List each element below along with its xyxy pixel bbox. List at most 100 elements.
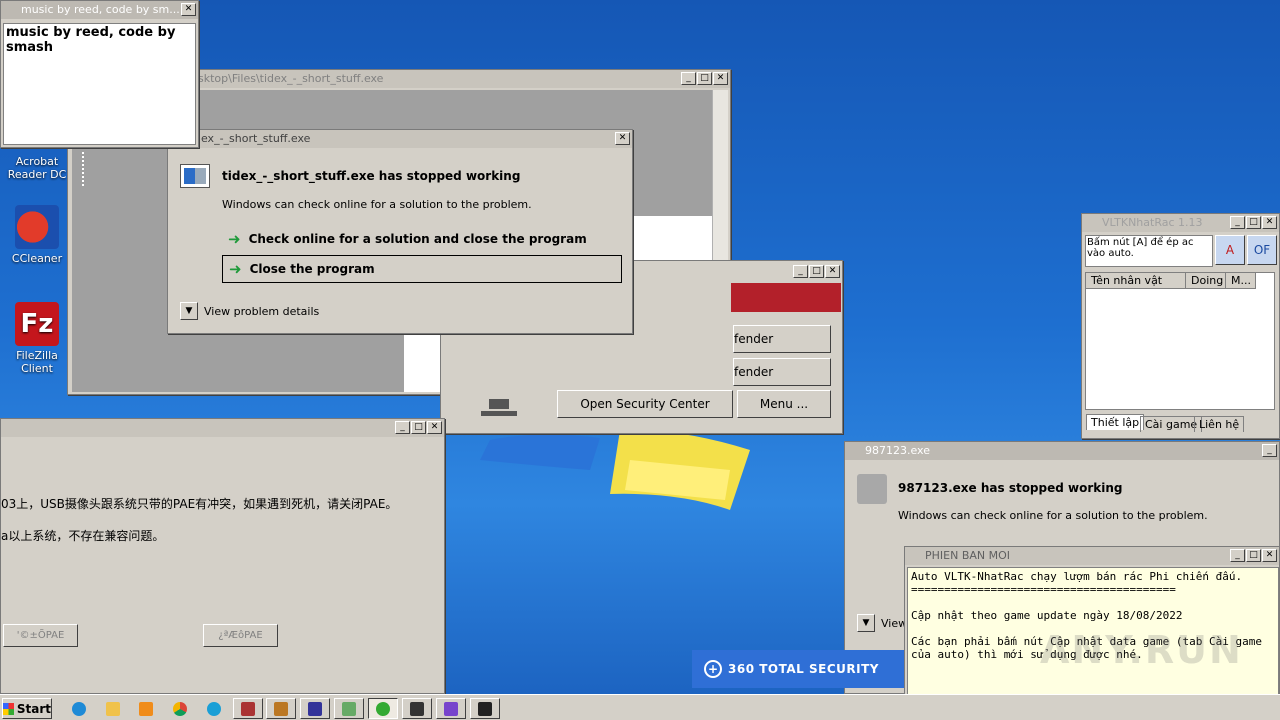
wallpaper-logo (480, 429, 760, 520)
minimize-button[interactable]: _ (395, 421, 410, 434)
close-button[interactable]: ✕ (1262, 549, 1277, 562)
phienban-separator: ======================================== (911, 583, 1176, 596)
pae-window: _ □ ✕ 03上，USB摄像头跟系统只带的PAE有冲突，如果遇到死机，请关闭P… (0, 418, 445, 694)
close-button[interactable]: ✕ (615, 132, 630, 145)
menu-button[interactable]: Menu ... (737, 390, 831, 418)
maximize-button[interactable]: □ (1246, 549, 1261, 562)
vltk-tab-install[interactable]: Cài game (1140, 416, 1203, 432)
desktop-icon-filezilla[interactable]: Fz FileZilla Client (2, 302, 72, 375)
crash-dialog-2-titlebar: 987123.exe (845, 442, 1279, 460)
close-pae-button[interactable]: '©±ÕPAE (3, 624, 78, 647)
desktop-icon-ccleaner[interactable]: CCleaner (2, 205, 72, 265)
taskbar-app-3-icon[interactable] (300, 698, 330, 719)
desktop-icon-acrobat[interactable]: Acrobat Reader DC (2, 155, 72, 181)
chevron-down-icon: ▼ (857, 614, 875, 632)
security-window-controls: _ □ ✕ (793, 265, 840, 278)
computer-icon (479, 399, 519, 417)
pae-window-controls: _ □ ✕ (395, 421, 442, 434)
taskbar-chrome-icon[interactable] (165, 698, 195, 719)
arrow-right-icon: ➜ (228, 230, 241, 248)
phienban-window-controls: _ □ ✕ (1230, 549, 1277, 562)
crash-heading: tidex_-_short_stuff.exe has stopped work… (222, 169, 521, 183)
note-title: music by reed, code by sm... (21, 3, 180, 16)
dotted-column-marks (82, 152, 152, 186)
vltk-tab-contact[interactable]: Liên hệ (1194, 416, 1245, 432)
close-button[interactable]: ✕ (713, 72, 728, 85)
taskbar-app-4-icon[interactable] (334, 698, 364, 719)
minimize-button[interactable]: _ (681, 72, 696, 85)
taskbar-app-7-icon[interactable] (436, 698, 466, 719)
security-red-banner (731, 283, 841, 312)
vltk-note: Bấm nút [A] để ép ac vào auto. (1085, 235, 1213, 267)
plus-icon: + (704, 660, 722, 678)
close-button[interactable]: ✕ (181, 3, 196, 16)
defender-button-1[interactable]: fender (733, 325, 831, 353)
app-window-icon (180, 164, 210, 188)
maximize-button[interactable]: □ (697, 72, 712, 85)
phienban-titlebar: PHIEN BAN MOI (905, 547, 1279, 565)
note-titlebar: music by reed, code by sm... (1, 1, 198, 19)
column-header-name[interactable]: Tên nhân vật (1086, 273, 1186, 289)
check-online-option[interactable]: ➜ Check online for a solution and close … (224, 228, 622, 250)
view-details-toggle[interactable]: ▼ View problem details (180, 302, 319, 320)
column-header-doing[interactable]: Doing (1186, 273, 1226, 289)
pae-line-2: a以上系统，不存在兼容问题。 (1, 529, 165, 543)
maximize-button[interactable]: □ (809, 265, 824, 278)
taskbar-app-2-icon[interactable] (266, 698, 296, 719)
minimize-button[interactable]: _ (1230, 549, 1245, 562)
taskbar-app-6-icon[interactable] (402, 698, 432, 719)
taskbar-media-player-icon[interactable] (131, 698, 161, 719)
close-program-label: Close the program (249, 262, 375, 276)
crash-2-heading: 987123.exe has stopped working (898, 481, 1123, 495)
windows-logo-icon (3, 702, 14, 715)
vltk-of-button[interactable]: OF (1247, 235, 1277, 265)
vltk-title: VLTKNhatRac 1.13 (1102, 216, 1203, 229)
taskbar-explorer-icon[interactable] (98, 698, 128, 719)
vltk-list[interactable]: Tên nhân vật Doing M... (1085, 272, 1275, 410)
desktop-icon-filezilla-label: FileZilla Client (16, 349, 58, 375)
taskbar-ie-icon[interactable] (64, 698, 94, 719)
pae-line-1: 03上，USB摄像头跟系统只带的PAE有冲突，如果遇到死机，请关闭PAE。 (1, 497, 398, 511)
maximize-button[interactable]: □ (411, 421, 426, 434)
taskbar-app-5-icon[interactable] (368, 698, 398, 719)
maximize-button[interactable]: □ (1246, 216, 1261, 229)
vltk-window-controls: _ □ ✕ (1230, 216, 1277, 229)
enable-pae-button[interactable]: ¿ªÆôPAE (203, 624, 278, 647)
check-online-label: Check online for a solution and close th… (248, 232, 587, 246)
filezilla-icon: Fz (15, 302, 59, 346)
taskbar-app-8-icon[interactable] (470, 698, 500, 719)
total-security-banner[interactable]: + 360 TOTAL SECURITY (692, 650, 904, 688)
phienban-line-2: Cập nhật theo game update ngày 18/08/202… (911, 609, 1183, 622)
close-program-option[interactable]: ➜ Close the program (222, 255, 622, 283)
view-details-toggle-2[interactable]: ▼ View (857, 614, 907, 632)
crash-dialog-1: dex_-_short_stuff.exe ✕ tidex_-_short_st… (167, 129, 633, 334)
taskbar: Start (0, 694, 1280, 720)
close-button[interactable]: ✕ (825, 265, 840, 278)
taskbar-edge-icon[interactable] (199, 698, 229, 719)
note-body: music by reed, code by smash (3, 23, 196, 145)
explorer-window-controls: _ □ ✕ (681, 72, 728, 85)
note-window-controls: ✕ (181, 3, 196, 16)
view-details-label: View problem details (204, 304, 320, 318)
vltk-a-button[interactable]: A (1215, 235, 1245, 265)
taskbar-app-1-icon[interactable] (233, 698, 263, 719)
start-button[interactable]: Start (2, 698, 52, 719)
crash-subtext: Windows can check online for a solution … (222, 198, 532, 211)
minimize-button[interactable]: _ (1230, 216, 1245, 229)
desktop-icon-ccleaner-label: CCleaner (11, 252, 63, 265)
close-button[interactable]: ✕ (427, 421, 442, 434)
total-security-label: 360 TOTAL SECURITY (728, 662, 879, 676)
minimize-button[interactable]: _ (1262, 444, 1277, 457)
start-label: Start (16, 701, 51, 716)
vltk-tab-settings[interactable]: Thiết lập (1086, 414, 1145, 430)
minimize-button[interactable]: _ (793, 265, 808, 278)
open-security-center-button[interactable]: Open Security Center (557, 390, 733, 418)
phienban-title: PHIEN BAN MOI (925, 549, 1011, 562)
note-window: music by reed, code by sm... ✕ music by … (0, 0, 199, 148)
vltk-window: VLTKNhatRac 1.13 _ □ ✕ Bấm nút [A] để ép… (1081, 213, 1280, 439)
column-header-m[interactable]: M... (1226, 273, 1256, 289)
close-button[interactable]: ✕ (1262, 216, 1277, 229)
defender-button-2[interactable]: fender (733, 358, 831, 386)
app-window-icon (857, 474, 887, 504)
crash-dialog-1-titlebar: dex_-_short_stuff.exe (168, 130, 632, 148)
